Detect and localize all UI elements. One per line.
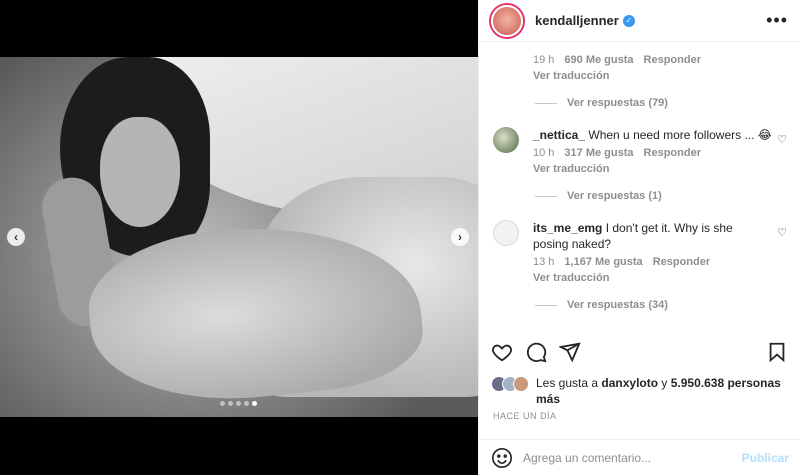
- reply-button[interactable]: Responder: [644, 147, 701, 159]
- post-actions-bar: [491, 340, 788, 368]
- comment-time: 19 h: [533, 54, 555, 66]
- commenter-username[interactable]: _nettica_: [533, 128, 585, 142]
- liker-username[interactable]: danxyloto: [601, 376, 658, 390]
- reply-button[interactable]: Responder: [644, 54, 701, 66]
- post-dialog: ‹ › kendalljenner ✓ ••• 19 h 690 Me gust…: [0, 0, 800, 475]
- post-photo: [0, 57, 478, 417]
- comment-text: When u need more followers ... 😂: [588, 128, 772, 142]
- carousel-dot-active: [252, 401, 257, 406]
- carousel-dot: [236, 401, 241, 406]
- comment-time: 13 h: [533, 256, 555, 268]
- post-timestamp[interactable]: HACE UN DÍA: [493, 411, 557, 421]
- view-replies-label: Ver respuestas (34): [567, 299, 668, 311]
- carousel-dot: [244, 401, 249, 406]
- translate-link[interactable]: Ver traducción: [533, 163, 787, 175]
- carousel-dot: [228, 401, 233, 406]
- likes-summary: Les gusta a danxyloto y 5.950.638 person…: [491, 375, 788, 407]
- like-heart-icon[interactable]: [491, 341, 513, 368]
- carousel-dot: [220, 401, 225, 406]
- like-comment-heart-icon[interactable]: ♡: [777, 226, 787, 239]
- publish-button[interactable]: Publicar: [742, 451, 789, 465]
- post-sidebar: kendalljenner ✓ ••• 19 h 690 Me gusta Re…: [478, 0, 800, 475]
- commenter-avatar[interactable]: [493, 127, 519, 153]
- profile-username[interactable]: kendalljenner: [535, 13, 619, 28]
- previous-photo-button[interactable]: ‹: [7, 228, 25, 246]
- share-send-icon[interactable]: [557, 341, 581, 368]
- commenter-username[interactable]: its_me_emg: [533, 221, 602, 235]
- translate-link[interactable]: Ver traducción: [533, 70, 787, 82]
- commenter-avatar[interactable]: [493, 220, 519, 246]
- next-photo-button[interactable]: ›: [451, 228, 469, 246]
- liker-avatar: [513, 376, 529, 392]
- comment-item: its_me_emg I don't get it. Why is she po…: [493, 220, 787, 284]
- comment-likes[interactable]: 1,167 Me gusta: [564, 256, 642, 268]
- view-replies[interactable]: Ver respuestas (34): [535, 299, 787, 311]
- media-pane: ‹ ›: [0, 0, 478, 475]
- post-header: kendalljenner ✓ •••: [479, 0, 800, 42]
- reply-button[interactable]: Responder: [653, 256, 710, 268]
- verified-badge-icon: ✓: [622, 14, 635, 27]
- comment-likes[interactable]: 317 Me gusta: [564, 147, 633, 159]
- comment-bubble-icon[interactable]: [525, 341, 547, 368]
- view-replies[interactable]: Ver respuestas (1): [535, 190, 787, 202]
- comment-time: 10 h: [533, 147, 555, 159]
- translate-link[interactable]: Ver traducción: [533, 272, 767, 284]
- carousel-dots: [220, 401, 257, 406]
- view-replies[interactable]: Ver respuestas (79): [535, 97, 787, 109]
- more-options-icon[interactable]: •••: [766, 10, 788, 31]
- comment-input[interactable]: [523, 450, 742, 465]
- view-replies-label: Ver respuestas (79): [567, 97, 668, 109]
- comments-list: 19 h 690 Me gusta Responder Ver traducci…: [479, 42, 800, 332]
- like-comment-heart-icon[interactable]: ♡: [777, 133, 787, 146]
- likers-avatars[interactable]: [491, 376, 529, 407]
- comment-likes[interactable]: 690 Me gusta: [564, 54, 633, 66]
- comment-composer: Publicar: [479, 439, 800, 475]
- comment-top-meta: 19 h 690 Me gusta Responder Ver traducci…: [493, 54, 787, 82]
- view-replies-label: Ver respuestas (1): [567, 190, 662, 202]
- emoji-smiley-icon[interactable]: [491, 447, 513, 469]
- profile-avatar[interactable]: [491, 4, 523, 37]
- comment-item: _nettica_ When u need more followers ...…: [493, 127, 787, 175]
- save-bookmark-icon[interactable]: [766, 341, 788, 368]
